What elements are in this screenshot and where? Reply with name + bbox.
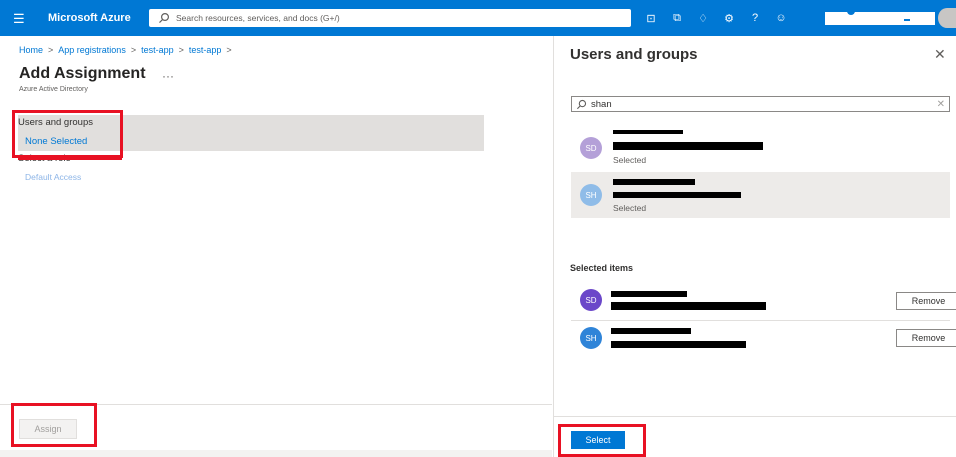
hamburger-menu-icon[interactable]: ☰ [13,12,27,25]
redacted-name [613,130,683,134]
breadcrumb: Home > App registrations > test-app > test-… [19,45,232,55]
breadcrumb-separator-icon: > [48,45,54,55]
strikethrough-mark [18,158,122,160]
search-value: shan [591,98,612,110]
panel-search-input[interactable]: shan ✕ [571,96,950,112]
breadcrumb-app-registrations[interactable]: App registrations [58,45,126,55]
account-status-dot [847,7,855,15]
page-title: Add Assignment [19,65,146,82]
feedback-icon[interactable]: ☺ [768,10,794,26]
redacted-email [611,302,766,310]
selected-item: SH Remove [571,321,956,357]
notifications-bell-icon[interactable]: ♢ [690,10,716,26]
global-search[interactable]: Search resources, services, and docs (G+… [149,9,631,27]
divider [554,416,956,417]
selected-item: SD Remove [571,283,956,319]
avatar: SD [580,289,602,311]
redacted-email [613,142,763,150]
cloud-shell-icon[interactable]: ⊡ [638,10,664,26]
highlight-box [558,424,646,457]
clear-search-icon[interactable]: ✕ [937,99,945,110]
search-result-item[interactable]: SD Selected [571,124,950,170]
add-assignment-blade: Home > App registrations > test-app > test-… [0,36,552,457]
redacted-name [613,179,695,185]
horizontal-scrollbar[interactable] [0,450,552,457]
redacted-name [611,328,691,334]
account-info-redacted[interactable] [825,12,935,25]
remove-button[interactable]: Remove [896,329,956,347]
selected-items-heading: Selected items [570,263,634,273]
selected-status: Selected [613,155,647,165]
more-options-icon[interactable]: ··· [162,69,174,83]
highlight-box [11,403,97,447]
breadcrumb-home[interactable]: Home [19,45,43,55]
remove-button[interactable]: Remove [896,292,956,310]
close-icon[interactable]: ✕ [934,46,946,63]
users-and-groups-panel: Users and groups ✕ shan ✕ SD Selected SH… [553,36,956,457]
redacted-email [611,341,746,348]
role-selection-link[interactable]: Default Access [25,172,81,182]
panel-title: Users and groups [570,46,698,63]
portal-brand[interactable]: Microsoft Azure [48,12,131,24]
selected-status: Selected [613,203,647,213]
avatar: SH [580,184,602,206]
avatar: SD [580,137,602,159]
settings-gear-icon[interactable]: ⚙ [716,10,742,26]
breadcrumb-test-app-2[interactable]: test-app [189,45,222,55]
help-icon[interactable]: ? [742,10,768,26]
search-placeholder: Search resources, services, and docs (G+… [176,13,340,23]
search-icon [159,12,170,24]
breadcrumb-separator-icon: > [226,45,232,55]
redacted-email [613,192,741,198]
user-avatar[interactable] [938,8,956,28]
highlight-box [12,110,123,158]
search-result-item[interactable]: SH Selected [571,172,950,218]
avatar: SH [580,327,602,349]
directory-filter-icon[interactable]: ⧉ [664,10,690,26]
breadcrumb-test-app[interactable]: test-app [141,45,174,55]
breadcrumb-separator-icon: > [130,45,137,55]
account-mark [904,19,910,21]
redacted-name [611,291,687,297]
search-icon [576,99,587,109]
breadcrumb-separator-icon: > [178,45,184,55]
page-subtitle: Azure Active Directory [19,86,88,93]
